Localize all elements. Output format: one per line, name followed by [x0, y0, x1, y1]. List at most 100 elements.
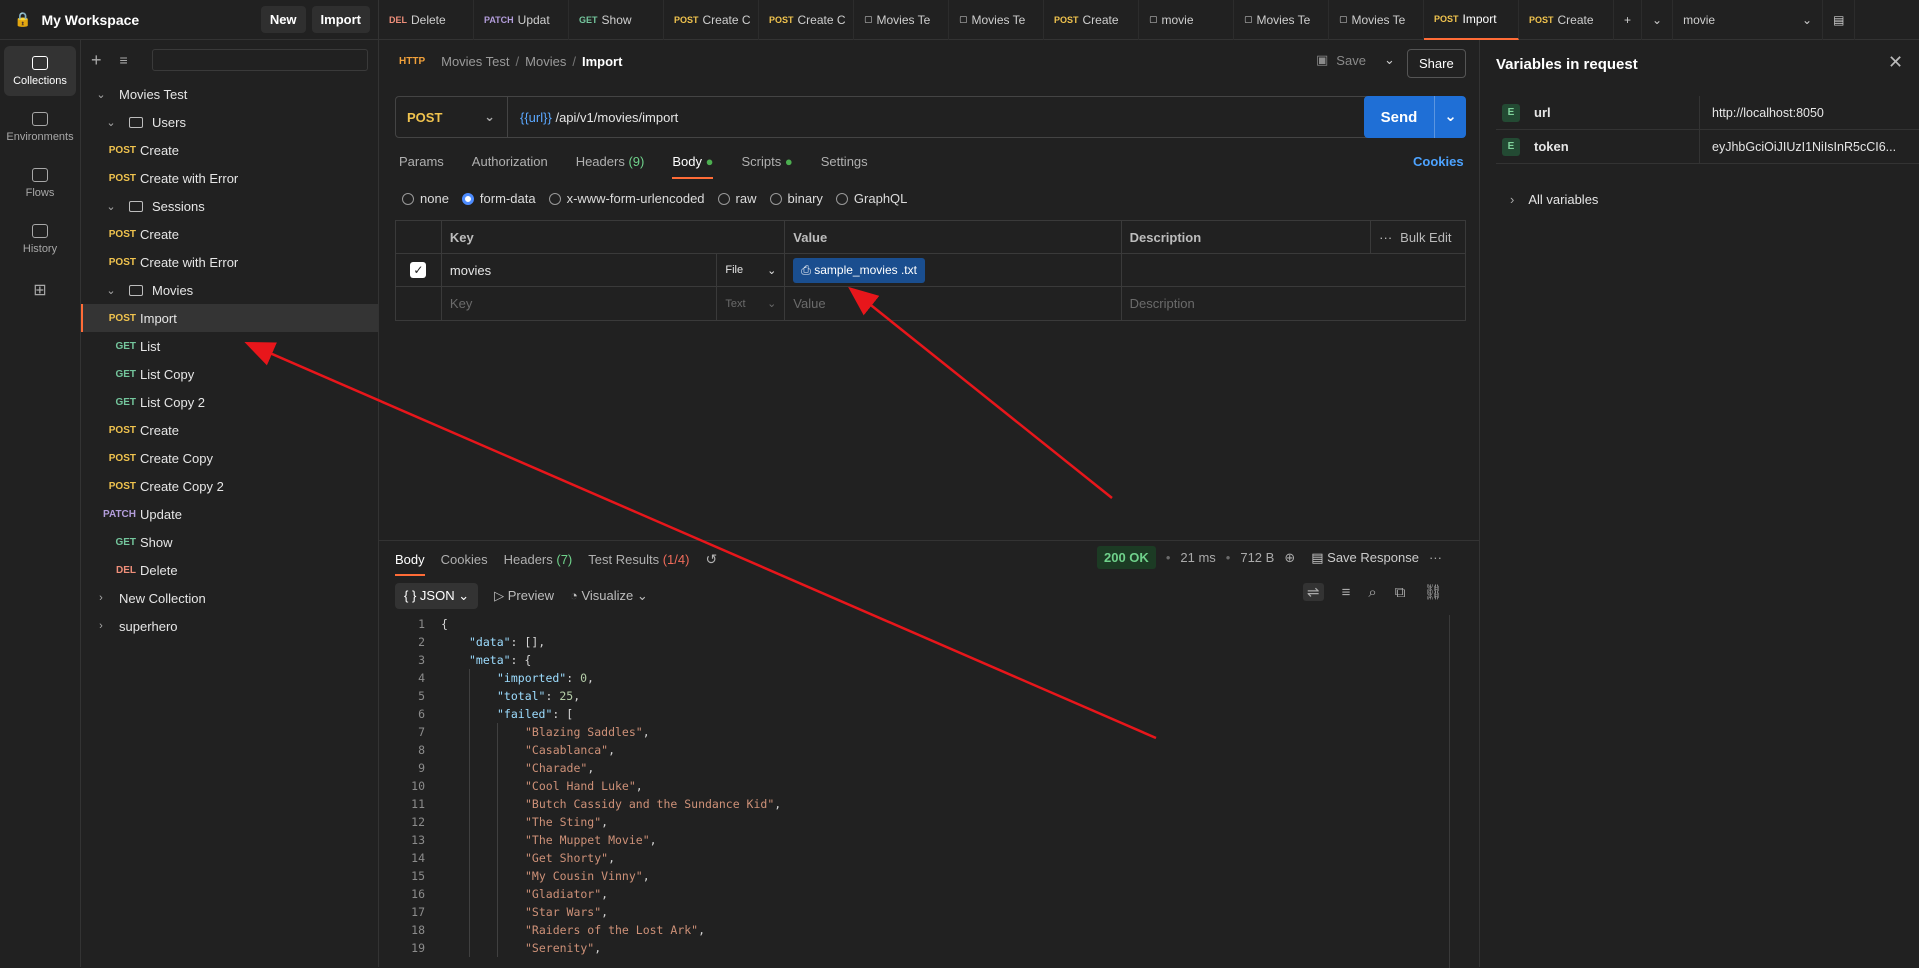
chevron-right-icon[interactable]: ›	[95, 592, 107, 604]
chevron-down-icon[interactable]: ⌄	[105, 200, 117, 213]
share-button[interactable]: Share	[1407, 49, 1466, 78]
scrollbar[interactable]	[1449, 615, 1461, 968]
tree-item-list-copy-2[interactable]: GET List Copy 2	[81, 388, 378, 416]
tab-movies-te[interactable]: ▢ Movies Te	[949, 0, 1044, 40]
url-input[interactable]: {{url}} /api/v1/movies/import	[508, 110, 678, 125]
key-cell[interactable]: movies	[442, 254, 718, 286]
file-chip[interactable]: ⎙ sample_movies .txt	[793, 257, 925, 283]
visualize-button[interactable]: ◔ Visualize ⌄	[570, 588, 648, 604]
tab-movies-te[interactable]: ▢ Movies Te	[854, 0, 949, 40]
breadcrumb-collection[interactable]: Movies Test	[441, 54, 509, 69]
response-size[interactable]: 712 B	[1240, 550, 1274, 565]
tab-settings[interactable]: Settings	[821, 154, 868, 169]
history-icon[interactable]: ↺	[705, 551, 717, 568]
extensions-icon[interactable]: ⊞	[4, 270, 76, 310]
tree-item-superhero[interactable]: › superhero	[81, 612, 378, 640]
radio-form-data[interactable]: form-data	[461, 191, 536, 206]
bulk-edit-button[interactable]: ··· Bulk Edit	[1371, 221, 1465, 253]
variable-key[interactable]: Etoken	[1496, 130, 1700, 163]
row-checkbox[interactable]: ✓	[410, 262, 427, 278]
filter-icon[interactable]: ≡	[1342, 584, 1351, 601]
tab-scripts[interactable]: Scripts ●	[741, 154, 792, 169]
cookies-link[interactable]: Cookies	[1413, 154, 1464, 169]
type-select[interactable]: File ⌄	[717, 254, 786, 286]
workspace-title[interactable]: 🔒 My Workspace	[14, 11, 139, 28]
chevron-down-icon[interactable]: ⌄	[95, 88, 107, 101]
tree-item-update[interactable]: PATCH Update	[81, 500, 378, 528]
chevron-down-icon[interactable]: ⌄	[1384, 52, 1395, 68]
import-button[interactable]: Import	[311, 6, 370, 33]
wrap-icon[interactable]: ⇌	[1303, 583, 1324, 601]
close-icon[interactable]: ✕	[1888, 52, 1903, 73]
tab-body[interactable]: Body ●	[672, 154, 714, 179]
breadcrumb-request[interactable]: Import	[582, 54, 622, 69]
tree-item-list[interactable]: GET List	[81, 332, 378, 360]
tab-patch-updat[interactable]: PATCH Updat	[474, 0, 569, 40]
tree-item-show[interactable]: GET Show	[81, 528, 378, 556]
description-cell[interactable]	[1122, 254, 1465, 286]
radio-binary[interactable]: binary	[769, 191, 823, 206]
breadcrumb-folder[interactable]: Movies	[525, 54, 566, 69]
environment-select[interactable]: movie ⌄	[1673, 0, 1824, 40]
radio-x-www-form-urlencoded[interactable]: x-www-form-urlencoded	[548, 191, 705, 206]
variable-key[interactable]: Eurl	[1496, 96, 1700, 129]
tree-item-movies-test[interactable]: ⌄ Movies Test	[81, 80, 378, 108]
tree-item-create[interactable]: POST Create	[81, 136, 378, 164]
tab-movie[interactable]: ▢ movie	[1139, 0, 1234, 40]
all-variables-toggle[interactable]: › All variables	[1510, 192, 1598, 207]
type-select[interactable]: Text ⌄	[717, 287, 786, 320]
variable-value[interactable]: http://localhost:8050	[1700, 106, 1919, 120]
value-placeholder[interactable]: Value	[785, 287, 1122, 320]
status-badge[interactable]: 200 OK	[1097, 546, 1156, 569]
tree-item-delete[interactable]: DEL Delete	[81, 556, 378, 584]
radio-none[interactable]: none	[402, 191, 449, 206]
tab-post-create-c[interactable]: POST Create C	[759, 0, 854, 40]
save-response-button[interactable]: ▤ Save Response	[1311, 550, 1419, 566]
tree-item-create-with-error[interactable]: POST Create with Error	[81, 164, 378, 192]
response-code[interactable]: 1{2 "data": [], 3 "meta": {4 "imported": 0,5…	[395, 615, 1465, 968]
chevron-down-icon[interactable]: ⌄	[1434, 96, 1466, 138]
chevron-down-icon[interactable]: ⌄	[105, 284, 117, 297]
tab-response-headers[interactable]: Headers (7)	[504, 552, 573, 567]
tab-post-create[interactable]: POST Create	[1519, 0, 1614, 40]
tree-item-movies[interactable]: ⌄ Movies	[81, 276, 378, 304]
tab-authorization[interactable]: Authorization	[472, 154, 548, 169]
tree-item-users[interactable]: ⌄ Users	[81, 108, 378, 136]
tab-get-show[interactable]: GET Show	[569, 0, 664, 40]
format-select[interactable]: { } JSON ⌄	[395, 583, 479, 609]
copy-icon[interactable]: ⧉	[1395, 584, 1406, 601]
tab-post-create-c[interactable]: POST Create C	[664, 0, 759, 40]
tree-item-sessions[interactable]: ⌄ Sessions	[81, 192, 378, 220]
tab-test-results[interactable]: Test Results (1/4)	[588, 552, 689, 567]
tree-item-import[interactable]: POST Import	[81, 304, 378, 332]
save-button[interactable]: ▣ Save ⌄	[1316, 52, 1395, 68]
tree-item-new-collection[interactable]: › New Collection	[81, 584, 378, 612]
filter-icon[interactable]: ≡	[120, 52, 128, 68]
chevron-right-icon[interactable]: ›	[95, 620, 107, 632]
tab-del-delete[interactable]: DEL Delete	[379, 0, 474, 40]
chevron-down-icon[interactable]: ⌄	[105, 116, 117, 129]
add-icon[interactable]: +	[91, 50, 102, 71]
rail-history[interactable]: History	[4, 214, 76, 264]
rail-flows[interactable]: Flows	[4, 158, 76, 208]
send-button[interactable]: Send ⌄	[1364, 96, 1466, 138]
tab-headers[interactable]: Headers (9)	[576, 154, 645, 169]
tab-response-cookies[interactable]: Cookies	[441, 552, 488, 567]
rail-collections[interactable]: Collections	[4, 46, 76, 96]
chevron-down-icon[interactable]: ⌄	[1642, 0, 1674, 40]
tab-movies-te[interactable]: ▢ Movies Te	[1234, 0, 1329, 40]
new-button[interactable]: New	[260, 6, 306, 33]
response-time[interactable]: 21 ms	[1180, 550, 1215, 565]
globe-icon[interactable]: ⊕	[1284, 550, 1295, 566]
tree-item-list-copy[interactable]: GET List Copy	[81, 360, 378, 388]
method-select[interactable]: POST ⌄	[396, 97, 508, 137]
tab-params[interactable]: Params	[399, 154, 444, 169]
env-quicklook-icon[interactable]: ▤	[1823, 0, 1856, 40]
tab-movies-te[interactable]: ▢ Movies Te	[1329, 0, 1424, 40]
tree-item-create-copy[interactable]: POST Create Copy	[81, 444, 378, 472]
more-icon[interactable]: ···	[1429, 550, 1442, 565]
tab-post-create[interactable]: POST Create	[1044, 0, 1139, 40]
tree-item-create[interactable]: POST Create	[81, 220, 378, 248]
link-icon[interactable]: ⛓	[1423, 583, 1442, 601]
preview-button[interactable]: ▷ Preview	[494, 588, 554, 604]
